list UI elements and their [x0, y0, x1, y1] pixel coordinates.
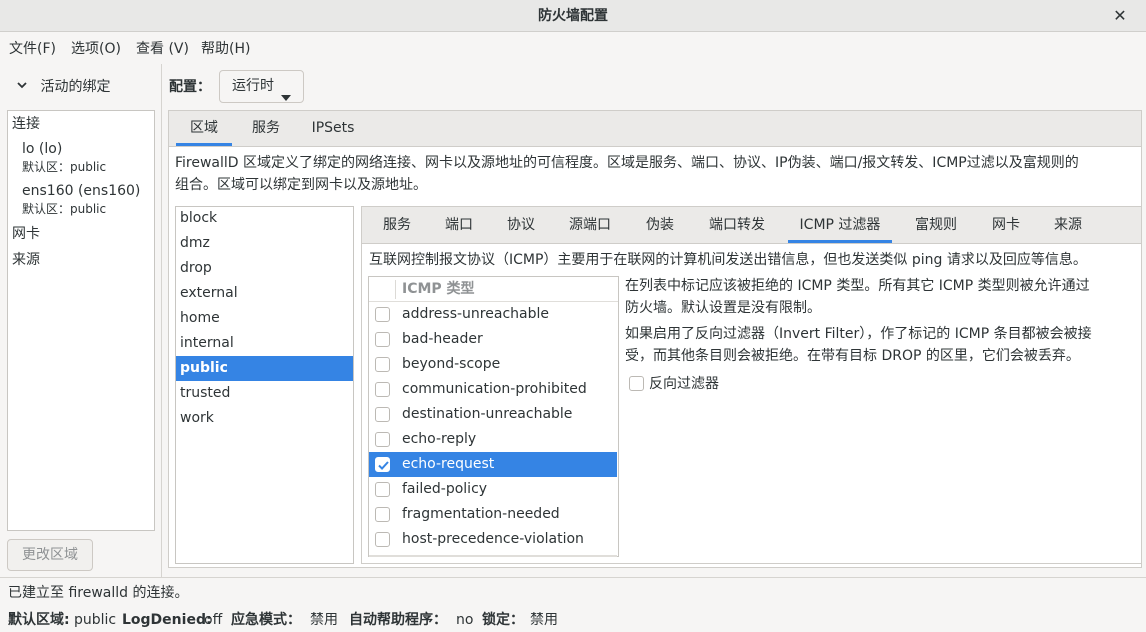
statusbar-separator [0, 577, 1146, 578]
close-button[interactable]: ✕ [1108, 4, 1132, 28]
icmp-description: 互联网控制报文协议（ICMP）主要用于在联网的计算机间发送出错信息，但也发送类似… [369, 252, 1087, 268]
config-label: 配置： [169, 79, 211, 95]
default-zone-key: 默认区域: [8, 612, 70, 628]
auto-helper-value: no [456, 612, 474, 628]
tab-sources[interactable]: 来源 [1046, 206, 1090, 244]
checkbox-failed-policy[interactable] [375, 482, 390, 497]
tab-interfaces[interactable]: 网卡 [984, 206, 1028, 244]
icmp-info-line2: 防火墙。默认设置是没有限制。 [625, 300, 821, 316]
chevron-down-icon [16, 76, 32, 98]
checkbox-host-precedence-violation[interactable] [375, 532, 390, 547]
column-separator [395, 280, 396, 299]
tab-icmp-indicator [788, 240, 892, 243]
connection-ens160-zone: 默认区：public [22, 202, 107, 216]
tab-source-ports[interactable]: 源端口 [561, 206, 619, 244]
icmp-label-failed-policy: failed-policy [402, 481, 488, 497]
source-label[interactable]: 来源 [12, 250, 40, 270]
connections-label: 连接 [12, 116, 40, 132]
tab-port-forwarding[interactable]: 端口转发 [700, 206, 774, 244]
change-zone-button[interactable]: 更改区域 [7, 539, 93, 571]
menu-help[interactable]: 帮助(H) [201, 39, 250, 59]
zone-item-trusted[interactable]: trusted [176, 381, 353, 406]
checkbox-address-unreachable[interactable] [375, 307, 390, 322]
lockdown-key: 锁定： [482, 612, 524, 628]
icmp-label-host-precedence-violation: host-precedence-violation [402, 531, 584, 547]
zone-description-line1: FirewallD 区域定义了绑定的网络连接、网卡以及源地址的可信程度。区域是服… [175, 155, 1079, 171]
tab-ipsets[interactable]: IPSets [305, 110, 361, 147]
tab-protocols[interactable]: 协议 [498, 206, 544, 244]
pane-divider[interactable] [161, 64, 162, 577]
zone-item-dmz[interactable]: dmz [176, 231, 353, 256]
icmp-info-line3: 如果启用了反向过滤器（Invert Filter），作了标记的 ICMP 条目都… [625, 326, 1092, 342]
connection-lo-zone: 默认区：public [22, 160, 107, 174]
checkbox-echo-reply[interactable] [375, 432, 390, 447]
active-bindings-label: 活动的绑定 [40, 79, 111, 95]
icmp-info-line1: 在列表中标记应该被拒绝的 ICMP 类型。所有其它 ICMP 类型则被允许通过 [625, 278, 1090, 294]
icmp-info-line4: 受，而其他条目则会被拒绝。在带有目标 DROP 的区里，它们会被丢弃。 [625, 348, 1080, 364]
icmp-label-beyond-scope: beyond-scope [402, 356, 501, 372]
config-value: 运行时 [232, 78, 274, 94]
connection-status: 已建立至 firewalld 的连接。 [8, 585, 189, 601]
lockdown-value: 禁用 [530, 612, 558, 628]
config-dropdown[interactable]: 运行时 [219, 70, 304, 103]
default-zone-value: public [74, 612, 117, 628]
list-overflow-edge [369, 555, 617, 557]
checkmark-icon [378, 461, 389, 470]
invert-filter-label[interactable]: 反向过滤器 [649, 373, 719, 395]
log-denied-value: off [204, 612, 223, 628]
menu-view[interactable]: 查看 (V) [136, 39, 189, 59]
icmp-label-echo-request: echo-request [402, 456, 495, 472]
log-denied-key: LogDenied: [122, 612, 212, 628]
checkbox-beyond-scope[interactable] [375, 357, 390, 372]
icmp-label-destination-unreachable: destination-unreachable [402, 406, 573, 422]
tab-icmp-filter[interactable]: ICMP 过滤器 [788, 206, 892, 244]
icmp-label-echo-reply: echo-reply [402, 431, 477, 447]
close-icon: ✕ [1113, 6, 1127, 25]
icmp-type-column-header[interactable]: ICMP 类型 [402, 277, 475, 302]
zone-item-internal[interactable]: internal [176, 331, 353, 356]
checkbox-echo-request[interactable] [375, 457, 390, 472]
connection-ens160[interactable]: ens160 (ens160) [22, 181, 140, 201]
checkbox-bad-header[interactable] [375, 332, 390, 347]
tab-masquerade[interactable]: 伪装 [637, 206, 683, 244]
panic-mode-value: 禁用 [310, 612, 338, 628]
nic-label[interactable]: 网卡 [12, 224, 40, 244]
checkbox-destination-unreachable[interactable] [375, 407, 390, 422]
icmp-label-communication-prohibited: communication-prohibited [402, 381, 587, 397]
icmp-label-fragmentation-needed: fragmentation-needed [402, 506, 560, 522]
connection-lo[interactable]: lo (lo) [22, 139, 62, 159]
menu-file[interactable]: 文件(F) [9, 39, 56, 59]
tab-services[interactable]: 服务 [241, 110, 291, 147]
zone-item-public[interactable]: public [176, 356, 353, 381]
zone-item-block[interactable]: block [176, 206, 353, 231]
tab-zones-indicator [176, 143, 232, 146]
tab-rich-rules[interactable]: 富规则 [907, 206, 965, 244]
zone-item-home[interactable]: home [176, 306, 353, 331]
tab-zone-services[interactable]: 服务 [374, 206, 420, 244]
menu-options[interactable]: 选项(O) [71, 39, 121, 59]
zone-description-line2: 组合。区域可以绑定到网卡以及源地址。 [175, 177, 427, 193]
auto-helper-key: 自动帮助程序： [349, 612, 447, 628]
active-bindings-toggle[interactable]: 活动的绑定 [16, 76, 110, 98]
window-title: 防火墙配置 [538, 8, 608, 24]
checkbox-communication-prohibited[interactable] [375, 382, 390, 397]
zone-item-external[interactable]: external [176, 281, 353, 306]
icmp-label-bad-header: bad-header [402, 331, 483, 347]
invert-filter-checkbox[interactable] [629, 376, 644, 391]
checkbox-fragmentation-needed[interactable] [375, 507, 390, 522]
icmp-label-address-unreachable: address-unreachable [402, 306, 549, 322]
panic-mode-key: 应急模式： [231, 612, 301, 628]
tab-ports[interactable]: 端口 [437, 206, 481, 244]
zone-item-drop[interactable]: drop [176, 256, 353, 281]
zone-item-work[interactable]: work [176, 406, 353, 431]
tab-zones[interactable]: 区域 [176, 110, 232, 147]
